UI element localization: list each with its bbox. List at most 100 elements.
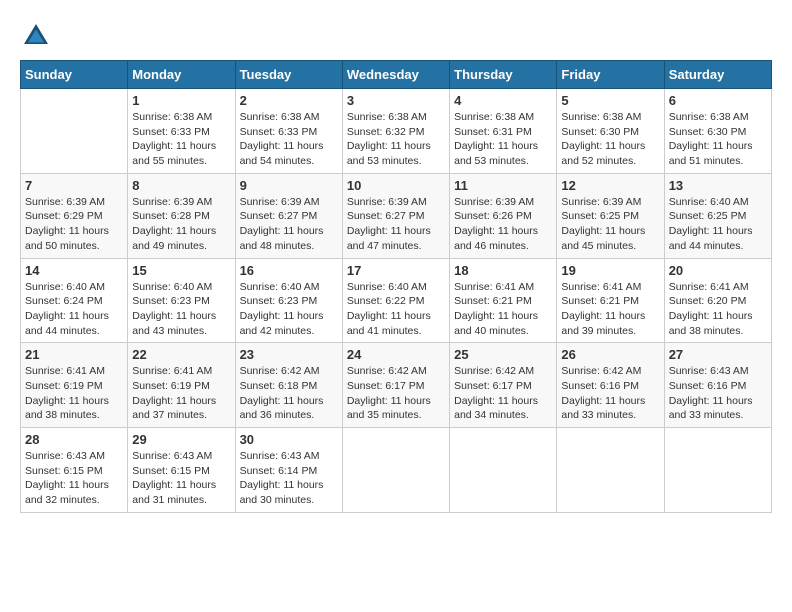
header-saturday: Saturday — [664, 61, 771, 89]
calendar-cell: 25Sunrise: 6:42 AMSunset: 6:17 PMDayligh… — [450, 343, 557, 428]
calendar-cell — [664, 428, 771, 513]
day-info: Sunrise: 6:43 AMSunset: 6:15 PMDaylight:… — [132, 449, 230, 508]
day-number: 23 — [240, 347, 338, 362]
day-number: 1 — [132, 93, 230, 108]
day-number: 4 — [454, 93, 552, 108]
calendar-cell: 12Sunrise: 6:39 AMSunset: 6:25 PMDayligh… — [557, 173, 664, 258]
day-number: 28 — [25, 432, 123, 447]
day-info: Sunrise: 6:40 AMSunset: 6:24 PMDaylight:… — [25, 280, 123, 339]
calendar-cell: 1 Sunrise: 6:38 AMSunset: 6:33 PMDaylight… — [128, 89, 235, 174]
day-number: 3 — [347, 93, 445, 108]
calendar-cell: 27Sunrise: 6:43 AMSunset: 6:16 PMDayligh… — [664, 343, 771, 428]
calendar-body: 1 Sunrise: 6:38 AMSunset: 6:33 PMDaylight… — [21, 89, 772, 513]
calendar-cell: 30 Sunrise: 6:43 AMSunset: 6:14 PMDayligh… — [235, 428, 342, 513]
calendar-cell: 24Sunrise: 6:42 AMSunset: 6:17 PMDayligh… — [342, 343, 449, 428]
calendar-cell: 7 Sunrise: 6:39 AMSunset: 6:29 PMDaylight… — [21, 173, 128, 258]
day-number: 24 — [347, 347, 445, 362]
calendar-cell: 10Sunrise: 6:39 AMSunset: 6:27 PMDayligh… — [342, 173, 449, 258]
day-number: 11 — [454, 178, 552, 193]
calendar-cell: 16 Sunrise: 6:40 AMSunset: 6:23 PMDayligh… — [235, 258, 342, 343]
calendar-cell: 17 Sunrise: 6:40 AMSunset: 6:22 PMDayligh… — [342, 258, 449, 343]
header-thursday: Thursday — [450, 61, 557, 89]
calendar-cell: 4 Sunrise: 6:38 AMSunset: 6:31 PMDaylight… — [450, 89, 557, 174]
calendar-cell: 6 Sunrise: 6:38 AMSunset: 6:30 PMDaylight… — [664, 89, 771, 174]
day-number: 25 — [454, 347, 552, 362]
header-sunday: Sunday — [21, 61, 128, 89]
calendar-cell: 19 Sunrise: 6:41 AMSunset: 6:21 PMDayligh… — [557, 258, 664, 343]
day-number: 7 — [25, 178, 123, 193]
header-tuesday: Tuesday — [235, 61, 342, 89]
day-info: Sunrise: 6:38 AMSunset: 6:30 PMDaylight:… — [669, 110, 767, 169]
week-row-2: 14Sunrise: 6:40 AMSunset: 6:24 PMDayligh… — [21, 258, 772, 343]
day-number: 8 — [132, 178, 230, 193]
day-number: 29 — [132, 432, 230, 447]
day-number: 10 — [347, 178, 445, 193]
day-info: Sunrise: 6:41 AMSunset: 6:19 PMDaylight:… — [25, 364, 123, 423]
calendar-cell: 26Sunrise: 6:42 AMSunset: 6:16 PMDayligh… — [557, 343, 664, 428]
day-info: Sunrise: 6:39 AMSunset: 6:29 PMDaylight:… — [25, 195, 123, 254]
day-number: 9 — [240, 178, 338, 193]
day-info: Sunrise: 6:38 AMSunset: 6:31 PMDaylight:… — [454, 110, 552, 169]
day-info: Sunrise: 6:42 AMSunset: 6:18 PMDaylight:… — [240, 364, 338, 423]
calendar-cell: 2Sunrise: 6:38 AMSunset: 6:33 PMDaylight… — [235, 89, 342, 174]
calendar-cell — [342, 428, 449, 513]
week-row-0: 1 Sunrise: 6:38 AMSunset: 6:33 PMDaylight… — [21, 89, 772, 174]
day-number: 16 — [240, 263, 338, 278]
day-number: 30 — [240, 432, 338, 447]
day-info: Sunrise: 6:39 AMSunset: 6:28 PMDaylight:… — [132, 195, 230, 254]
day-number: 19 — [561, 263, 659, 278]
calendar-cell: 20 Sunrise: 6:41 AMSunset: 6:20 PMDayligh… — [664, 258, 771, 343]
day-info: Sunrise: 6:39 AMSunset: 6:25 PMDaylight:… — [561, 195, 659, 254]
day-number: 18 — [454, 263, 552, 278]
day-number: 6 — [669, 93, 767, 108]
day-number: 21 — [25, 347, 123, 362]
calendar-cell: 13Sunrise: 6:40 AMSunset: 6:25 PMDayligh… — [664, 173, 771, 258]
calendar-cell: 21 Sunrise: 6:41 AMSunset: 6:19 PMDayligh… — [21, 343, 128, 428]
calendar-cell: 22 Sunrise: 6:41 AMSunset: 6:19 PMDayligh… — [128, 343, 235, 428]
day-number: 26 — [561, 347, 659, 362]
day-number: 27 — [669, 347, 767, 362]
day-info: Sunrise: 6:39 AMSunset: 6:27 PMDaylight:… — [240, 195, 338, 254]
day-number: 20 — [669, 263, 767, 278]
calendar-cell: 15 Sunrise: 6:40 AMSunset: 6:23 PMDayligh… — [128, 258, 235, 343]
day-info: Sunrise: 6:41 AMSunset: 6:19 PMDaylight:… — [132, 364, 230, 423]
calendar-cell: 23 Sunrise: 6:42 AMSunset: 6:18 PMDayligh… — [235, 343, 342, 428]
day-number: 17 — [347, 263, 445, 278]
calendar-cell: 3 Sunrise: 6:38 AMSunset: 6:32 PMDaylight… — [342, 89, 449, 174]
day-info: Sunrise: 6:41 AMSunset: 6:21 PMDaylight:… — [454, 280, 552, 339]
header-monday: Monday — [128, 61, 235, 89]
page-header — [20, 20, 772, 52]
day-info: Sunrise: 6:38 AMSunset: 6:32 PMDaylight:… — [347, 110, 445, 169]
calendar-cell — [450, 428, 557, 513]
day-info: Sunrise: 6:38 AMSunset: 6:30 PMDaylight:… — [561, 110, 659, 169]
calendar-cell: 8 Sunrise: 6:39 AMSunset: 6:28 PMDaylight… — [128, 173, 235, 258]
day-info: Sunrise: 6:40 AMSunset: 6:23 PMDaylight:… — [240, 280, 338, 339]
header-friday: Friday — [557, 61, 664, 89]
logo-icon — [20, 20, 52, 52]
day-info: Sunrise: 6:40 AMSunset: 6:25 PMDaylight:… — [669, 195, 767, 254]
calendar-cell: 11 Sunrise: 6:39 AMSunset: 6:26 PMDayligh… — [450, 173, 557, 258]
day-info: Sunrise: 6:40 AMSunset: 6:22 PMDaylight:… — [347, 280, 445, 339]
logo — [20, 20, 56, 52]
day-info: Sunrise: 6:40 AMSunset: 6:23 PMDaylight:… — [132, 280, 230, 339]
day-info: Sunrise: 6:39 AMSunset: 6:26 PMDaylight:… — [454, 195, 552, 254]
day-number: 22 — [132, 347, 230, 362]
header-row: SundayMondayTuesdayWednesdayThursdayFrid… — [21, 61, 772, 89]
calendar-cell: 5 Sunrise: 6:38 AMSunset: 6:30 PMDaylight… — [557, 89, 664, 174]
day-info: Sunrise: 6:38 AMSunset: 6:33 PMDaylight:… — [132, 110, 230, 169]
day-number: 15 — [132, 263, 230, 278]
header-wednesday: Wednesday — [342, 61, 449, 89]
week-row-4: 28 Sunrise: 6:43 AMSunset: 6:15 PMDayligh… — [21, 428, 772, 513]
calendar: SundayMondayTuesdayWednesdayThursdayFrid… — [20, 60, 772, 513]
day-info: Sunrise: 6:43 AMSunset: 6:15 PMDaylight:… — [25, 449, 123, 508]
day-info: Sunrise: 6:43 AMSunset: 6:14 PMDaylight:… — [240, 449, 338, 508]
week-row-3: 21 Sunrise: 6:41 AMSunset: 6:19 PMDayligh… — [21, 343, 772, 428]
day-info: Sunrise: 6:41 AMSunset: 6:20 PMDaylight:… — [669, 280, 767, 339]
calendar-cell: 28 Sunrise: 6:43 AMSunset: 6:15 PMDayligh… — [21, 428, 128, 513]
calendar-cell: 14Sunrise: 6:40 AMSunset: 6:24 PMDayligh… — [21, 258, 128, 343]
day-number: 5 — [561, 93, 659, 108]
calendar-cell — [557, 428, 664, 513]
calendar-cell — [21, 89, 128, 174]
day-info: Sunrise: 6:41 AMSunset: 6:21 PMDaylight:… — [561, 280, 659, 339]
calendar-cell: 9 Sunrise: 6:39 AMSunset: 6:27 PMDaylight… — [235, 173, 342, 258]
